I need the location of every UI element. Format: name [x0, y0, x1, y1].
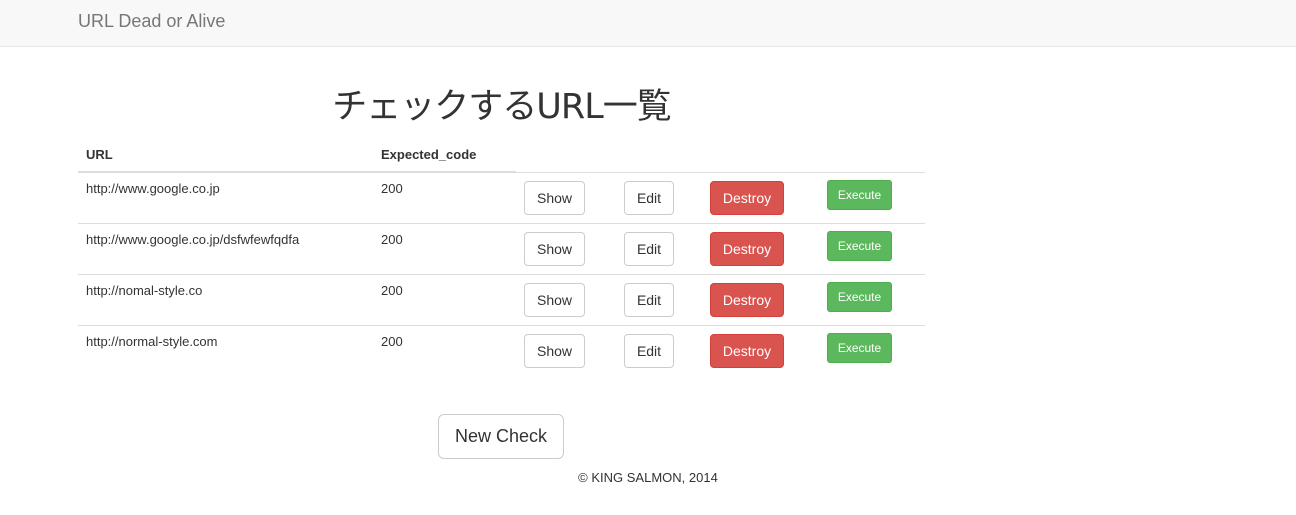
- execute-button[interactable]: Execute: [827, 281, 892, 312]
- execute-button[interactable]: Execute: [827, 230, 892, 261]
- table-row: http://normal-style.com 200 Show Edit De…: [78, 324, 925, 376]
- table-row: http://www.google.co.jp 200 Show Edit De…: [78, 171, 925, 223]
- table-header-row: URL Expected_code: [78, 137, 925, 173]
- destroy-button[interactable]: Destroy: [710, 231, 784, 266]
- execute-button[interactable]: Execute: [827, 332, 892, 363]
- destroy-button[interactable]: Destroy: [710, 282, 784, 317]
- column-header-show: [516, 137, 616, 172]
- column-header-destroy: [702, 137, 819, 172]
- page-title: チェックするURL一覧: [332, 87, 671, 127]
- column-header-execute: [819, 137, 925, 172]
- edit-button[interactable]: Edit: [624, 231, 674, 266]
- column-header-expected-code: Expected_code: [373, 137, 516, 173]
- url-cell: http://nomal-style.co: [78, 273, 373, 325]
- footer-copyright: © KING SALMON, 2014: [578, 470, 718, 485]
- expected-code-cell: 200: [373, 222, 516, 274]
- show-button[interactable]: Show: [524, 231, 585, 266]
- show-button[interactable]: Show: [524, 180, 585, 215]
- url-table: URL Expected_code http://www.google.co.j…: [78, 137, 925, 376]
- url-cell: http://www.google.co.jp/dsfwfewfqdfa: [78, 222, 373, 274]
- edit-button[interactable]: Edit: [624, 282, 674, 317]
- table-row: http://www.google.co.jp/dsfwfewfqdfa 200…: [78, 222, 925, 274]
- expected-code-cell: 200: [373, 324, 516, 376]
- url-cell: http://www.google.co.jp: [86, 181, 220, 196]
- url-cell: http://normal-style.com: [78, 324, 373, 376]
- brand-link[interactable]: URL Dead or Alive: [78, 11, 225, 31]
- expected-code-cell: 200: [373, 273, 516, 325]
- show-button[interactable]: Show: [524, 333, 585, 368]
- column-header-edit: [616, 137, 702, 172]
- expected-code-cell: 200: [381, 181, 403, 196]
- navbar: URL Dead or Alive: [0, 0, 1296, 47]
- destroy-button[interactable]: Destroy: [710, 180, 784, 215]
- execute-button[interactable]: Execute: [827, 179, 892, 210]
- edit-button[interactable]: Edit: [624, 180, 674, 215]
- destroy-button[interactable]: Destroy: [710, 333, 784, 368]
- table-row: http://nomal-style.co 200 Show Edit Dest…: [78, 273, 925, 325]
- column-header-url: URL: [78, 137, 373, 173]
- show-button[interactable]: Show: [524, 282, 585, 317]
- edit-button[interactable]: Edit: [624, 333, 674, 368]
- new-check-button[interactable]: New Check: [438, 414, 564, 459]
